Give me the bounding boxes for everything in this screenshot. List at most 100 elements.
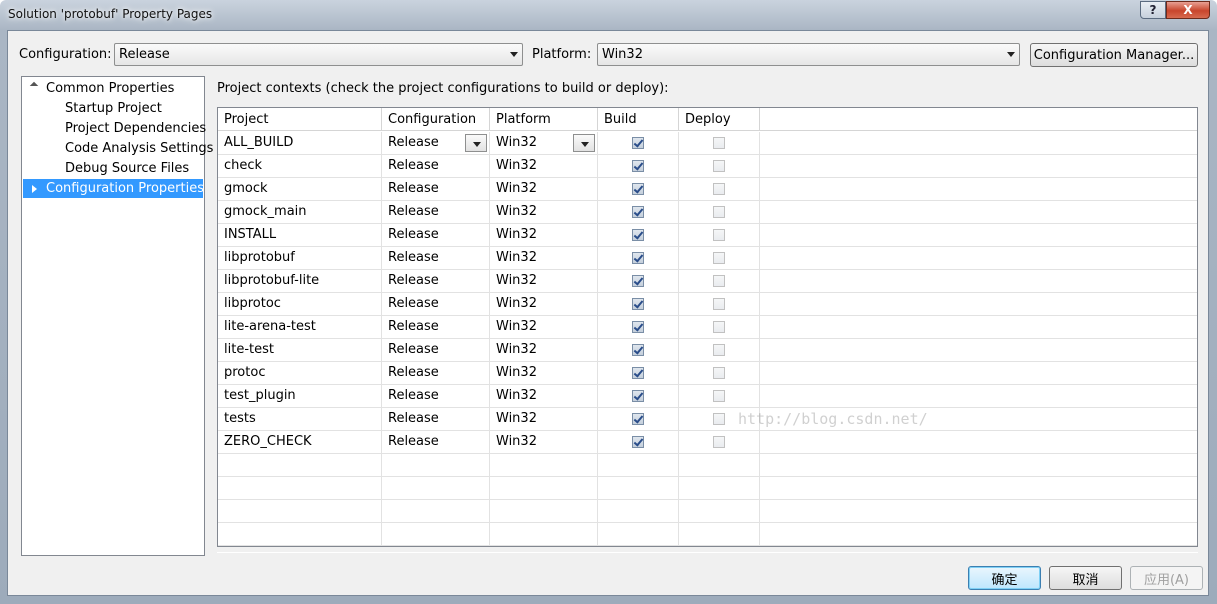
- table-row[interactable]: lite-test Release Win32: [218, 339, 1197, 362]
- configuration-cell[interactable]: Release: [382, 385, 490, 408]
- column-header-deploy[interactable]: Deploy: [679, 108, 760, 131]
- build-checkbox[interactable]: [632, 390, 644, 402]
- table-row[interactable]: libprotobuf Release Win32: [218, 247, 1197, 270]
- configuration-cell[interactable]: Release: [382, 201, 490, 224]
- platform-cell[interactable]: Win32: [490, 270, 598, 293]
- configuration-cell[interactable]: Release: [382, 431, 490, 454]
- platform-cell[interactable]: Win32: [490, 431, 598, 454]
- configuration-label: Configuration:: [19, 47, 112, 62]
- tree-item-common-properties[interactable]: Common Properties: [46, 79, 174, 98]
- configuration-cell[interactable]: Release: [382, 339, 490, 362]
- platform-cell[interactable]: Win32: [490, 247, 598, 270]
- platform-cell[interactable]: Win32: [490, 385, 598, 408]
- deploy-checkbox[interactable]: [713, 298, 725, 310]
- deploy-checkbox[interactable]: [713, 160, 725, 172]
- platform-cell[interactable]: Win32: [490, 339, 598, 362]
- platform-cell[interactable]: Win32: [490, 408, 598, 431]
- build-checkbox[interactable]: [632, 413, 644, 425]
- deploy-checkbox[interactable]: [713, 137, 725, 149]
- column-header-project[interactable]: Project: [218, 108, 382, 131]
- build-checkbox[interactable]: [632, 160, 644, 172]
- cancel-button[interactable]: 取消: [1049, 566, 1122, 590]
- configuration-cell[interactable]: Release: [382, 316, 490, 339]
- deploy-cell: [679, 201, 760, 224]
- deploy-checkbox[interactable]: [713, 229, 725, 241]
- platform-cell[interactable]: Win32: [490, 316, 598, 339]
- tree-item-configuration-properties[interactable]: Configuration Properties: [23, 179, 204, 198]
- configuration-cell[interactable]: Release: [382, 362, 490, 385]
- platform-cell[interactable]: Win32: [490, 155, 598, 178]
- help-button[interactable]: ?: [1140, 1, 1166, 19]
- platform-cell[interactable]: Win32: [490, 224, 598, 247]
- chevron-down-icon[interactable]: [465, 134, 487, 152]
- platform-cell[interactable]: Win32: [490, 362, 598, 385]
- deploy-checkbox[interactable]: [713, 321, 725, 333]
- table-row[interactable]: ZERO_CHECK Release Win32: [218, 431, 1197, 454]
- table-row[interactable]: ALL_BUILD Release Win32: [218, 132, 1197, 155]
- table-row[interactable]: lite-arena-test Release Win32: [218, 316, 1197, 339]
- table-row[interactable]: libprotoc Release Win32: [218, 293, 1197, 316]
- column-header-configuration[interactable]: Configuration: [382, 108, 490, 131]
- deploy-checkbox[interactable]: [713, 183, 725, 195]
- build-checkbox[interactable]: [632, 252, 644, 264]
- column-header-build[interactable]: Build: [598, 108, 679, 131]
- project-cell: [218, 500, 382, 523]
- project-cell: test_plugin: [218, 385, 382, 408]
- deploy-checkbox[interactable]: [713, 344, 725, 356]
- table-row[interactable]: libprotobuf-lite Release Win32: [218, 270, 1197, 293]
- build-checkbox[interactable]: [632, 321, 644, 333]
- table-row[interactable]: protoc Release Win32: [218, 362, 1197, 385]
- expand-arrow-icon[interactable]: [29, 81, 39, 91]
- project-cell: libprotoc: [218, 293, 382, 316]
- configuration-cell[interactable]: Release: [382, 293, 490, 316]
- configuration-cell[interactable]: Release: [382, 178, 490, 201]
- configuration-manager-button[interactable]: Configuration Manager...: [1030, 43, 1198, 67]
- table-row[interactable]: check Release Win32: [218, 155, 1197, 178]
- deploy-checkbox[interactable]: [713, 275, 725, 287]
- table-row[interactable]: test_plugin Release Win32: [218, 385, 1197, 408]
- build-checkbox[interactable]: [632, 298, 644, 310]
- tree-item-startup-project[interactable]: Startup Project: [65, 99, 162, 118]
- configuration-cell[interactable]: Release: [382, 408, 490, 431]
- apply-button[interactable]: 应用(A): [1130, 566, 1203, 590]
- table-row[interactable]: gmock_main Release Win32: [218, 201, 1197, 224]
- deploy-checkbox[interactable]: [713, 252, 725, 264]
- configuration-cell[interactable]: Release: [382, 155, 490, 178]
- deploy-checkbox[interactable]: [713, 436, 725, 448]
- close-button[interactable]: X: [1166, 1, 1210, 19]
- build-checkbox[interactable]: [632, 275, 644, 287]
- configuration-cell[interactable]: Release: [382, 270, 490, 293]
- platform-cell[interactable]: Win32: [490, 178, 598, 201]
- column-header-platform[interactable]: Platform: [490, 108, 598, 131]
- ok-button[interactable]: 确定: [968, 566, 1041, 590]
- chevron-down-icon[interactable]: [573, 134, 595, 152]
- build-checkbox[interactable]: [632, 367, 644, 379]
- build-checkbox[interactable]: [632, 206, 644, 218]
- tree-item-project-dependencies[interactable]: Project Dependencies: [65, 119, 206, 138]
- build-checkbox[interactable]: [632, 229, 644, 241]
- platform-cell[interactable]: Win32: [490, 201, 598, 224]
- configuration-cell[interactable]: Release: [382, 224, 490, 247]
- configuration-cell: [382, 454, 490, 477]
- build-checkbox[interactable]: [632, 137, 644, 149]
- tree-item-debug-source-files[interactable]: Debug Source Files: [65, 159, 189, 178]
- project-cell: [218, 477, 382, 500]
- deploy-checkbox[interactable]: [713, 413, 725, 425]
- platform-cell[interactable]: Win32: [490, 293, 598, 316]
- filler-cell: [760, 201, 1197, 224]
- build-checkbox[interactable]: [632, 436, 644, 448]
- platform-combo[interactable]: Win32: [597, 43, 1020, 66]
- build-checkbox[interactable]: [632, 183, 644, 195]
- project-cell: ALL_BUILD: [218, 132, 382, 155]
- configuration-cell[interactable]: Release: [382, 247, 490, 270]
- table-row[interactable]: gmock Release Win32: [218, 178, 1197, 201]
- table-row[interactable]: tests Release Win32: [218, 408, 1197, 431]
- deploy-checkbox[interactable]: [713, 206, 725, 218]
- build-checkbox[interactable]: [632, 344, 644, 356]
- deploy-checkbox[interactable]: [713, 367, 725, 379]
- table-row[interactable]: INSTALL Release Win32: [218, 224, 1197, 247]
- tree-item-code-analysis-settings[interactable]: Code Analysis Settings: [65, 139, 213, 158]
- deploy-checkbox[interactable]: [713, 390, 725, 402]
- collapse-arrow-icon[interactable]: [32, 185, 37, 193]
- configuration-combo[interactable]: Release: [114, 43, 523, 66]
